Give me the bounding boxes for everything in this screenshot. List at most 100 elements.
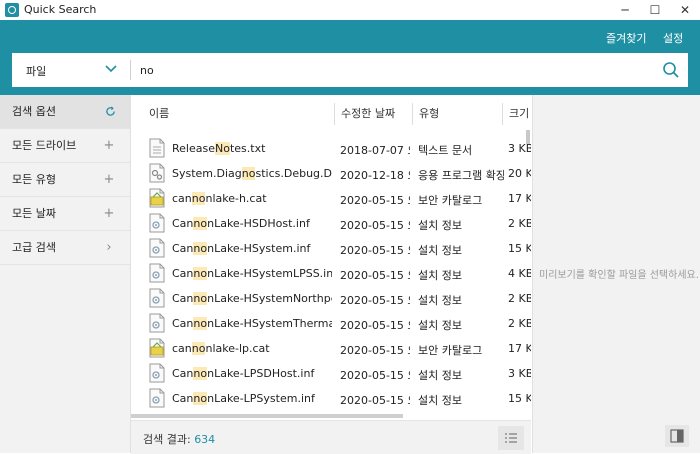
file-date: 2020-05-15 오... — [340, 319, 410, 332]
file-name: cannonlake-h.cat — [172, 192, 267, 205]
inf-file-icon — [149, 213, 165, 233]
inf-file-icon — [149, 363, 165, 383]
inf-file-icon — [149, 313, 165, 333]
column-separator[interactable] — [502, 103, 503, 125]
file-date: 2018-07-07 오... — [340, 144, 410, 157]
catalog-file-icon — [149, 338, 165, 358]
result-count-label: 검색 결과: — [143, 433, 191, 446]
result-count-text: 검색 결과: 634 — [143, 431, 215, 447]
table-row[interactable]: System.Diagnostics.Debug.DLL 2020-12-18 오… — [131, 161, 531, 186]
column-header: 이름 수정한 날짜 유형 크기 — [131, 95, 531, 129]
column-separator[interactable] — [412, 103, 413, 125]
sidebar-item-label: 모든 드라이브 — [12, 139, 77, 152]
table-row[interactable]: cannonlake-h.cat 2020-05-15 오... 보안 카탈로그 17… — [131, 186, 531, 211]
file-name: CannonLake-HSystemNorthpeak.inf — [172, 292, 332, 305]
column-separator[interactable] — [334, 103, 335, 125]
file-name: CannonLake-HSDHost.inf — [172, 217, 310, 230]
window-title: Quick Search — [24, 3, 97, 16]
file-name: CannonLake-HSystemLPSS.inf — [172, 267, 332, 280]
file-size: 2 KB — [508, 292, 531, 305]
file-type: 보안 카탈로그 — [418, 194, 483, 207]
filter-sidebar: 검색 옵션 모든 드라이브 + 모든 유형 + 모든 날짜 + 고급 검색 › — [0, 95, 131, 453]
horizontal-scrollbar[interactable] — [131, 414, 403, 418]
chevron-down-icon — [105, 65, 117, 73]
dll-file-icon — [149, 163, 165, 183]
file-type: 응용 프로그램 확장 — [418, 169, 504, 182]
inf-file-icon — [149, 388, 165, 408]
results-list: 이름 수정한 날짜 유형 크기 ReleaseNotes.txt 2018-07-… — [131, 95, 531, 420]
inf-file-icon — [149, 263, 165, 283]
file-name: System.Diagnostics.Debug.DLL — [172, 167, 332, 180]
sidebar-item-all-dates[interactable]: 모든 날짜 + — [0, 197, 130, 231]
refresh-icon[interactable] — [105, 106, 116, 117]
inf-file-icon — [149, 238, 165, 258]
file-size: 15 KB — [508, 242, 531, 255]
table-row[interactable]: CannonLake-HSystem.inf 2020-05-15 오... 설치 … — [131, 236, 531, 261]
sidebar-item-all-drives[interactable]: 모든 드라이브 + — [0, 129, 130, 163]
table-row[interactable]: CannonLake-HSystemThermal.inf 2020-05-15 … — [131, 311, 531, 336]
header-bar: 즐겨찾기 설정 파일 — [0, 20, 700, 95]
sidebar-item-label: 모든 유형 — [12, 173, 56, 186]
minimize-button[interactable]: ─ — [610, 0, 640, 20]
settings-link[interactable]: 설정 — [663, 30, 683, 46]
file-type-label: 파일 — [26, 65, 47, 78]
table-row[interactable]: cannonlake-lp.cat 2020-05-15 오... 보안 카탈로그 1… — [131, 336, 531, 361]
file-date: 2020-12-18 오... — [340, 169, 410, 182]
preview-pane: 미리보기를 확인할 파일을 선택하세요. — [532, 95, 700, 453]
file-type-dropdown[interactable]: 파일 — [12, 53, 130, 87]
maximize-button[interactable]: ☐ — [640, 0, 670, 20]
catalog-file-icon — [149, 188, 165, 208]
file-size: 17 KB — [508, 342, 531, 355]
inf-file-icon — [149, 288, 165, 308]
column-date[interactable]: 수정한 날짜 — [341, 95, 395, 129]
table-row[interactable]: CannonLake-HSystemLPSS.inf 2020-05-15 오..… — [131, 261, 531, 286]
column-size[interactable]: 크기 — [509, 95, 529, 129]
sidebar-item-all-types[interactable]: 모든 유형 + — [0, 163, 130, 197]
preview-placeholder: 미리보기를 확인할 파일을 선택하세요. — [539, 270, 699, 281]
file-name: CannonLake-LPSystem.inf — [172, 392, 315, 405]
column-type[interactable]: 유형 — [419, 95, 439, 129]
file-date: 2020-05-15 오... — [340, 294, 410, 307]
table-row[interactable]: CannonLake-HSystemNorthpeak.inf 2020-05-1… — [131, 286, 531, 311]
column-name[interactable]: 이름 — [149, 95, 169, 129]
file-type: 보안 카탈로그 — [418, 344, 483, 357]
file-date: 2020-05-15 오... — [340, 269, 410, 282]
file-name: cannonlake-lp.cat — [172, 342, 270, 355]
file-size: 17 KB — [508, 192, 531, 205]
table-row[interactable]: ReleaseNotes.txt2018-07-07 오...텍스트 문서3 K… — [131, 136, 531, 161]
table-row[interactable]: CannonLake-LPSDHost.inf 2020-05-15 오... 설치… — [131, 361, 531, 386]
sidebar-item-label: 고급 검색 — [12, 241, 56, 254]
file-type: 설치 정보 — [418, 269, 462, 282]
app-logo-icon — [5, 3, 19, 17]
search-divider — [130, 60, 131, 80]
chevron-right-icon[interactable]: › — [102, 231, 116, 264]
plus-icon[interactable]: + — [102, 163, 116, 196]
file-size: 2 KB — [508, 217, 531, 230]
list-view-icon[interactable] — [498, 426, 524, 450]
table-row[interactable]: CannonLake-LPSystem.inf 2020-05-15 오... 설치… — [131, 386, 531, 411]
sidebar-item-label: 모든 날짜 — [12, 207, 56, 220]
file-date: 2020-05-15 오... — [340, 219, 410, 232]
file-name: CannonLake-HSystemThermal.inf — [172, 317, 332, 330]
file-name: ReleaseNotes.txt — [172, 142, 266, 155]
search-icon[interactable] — [662, 61, 680, 79]
file-type: 설치 정보 — [418, 369, 462, 382]
preview-toggle-icon[interactable] — [665, 425, 689, 447]
sidebar-item-advanced-search[interactable]: 고급 검색 › — [0, 231, 130, 265]
vertical-scrollbar[interactable] — [526, 130, 530, 144]
plus-icon[interactable]: + — [102, 197, 116, 230]
sidebar-item-search-options[interactable]: 검색 옵션 — [0, 95, 130, 129]
status-bar: 검색 결과: 634 — [131, 420, 531, 454]
file-size: 20 KB — [508, 167, 531, 180]
sidebar-item-label: 검색 옵션 — [12, 105, 56, 118]
file-type: 텍스트 문서 — [418, 144, 473, 157]
search-bar: 파일 — [12, 53, 688, 87]
close-button[interactable]: ✕ — [670, 0, 700, 20]
plus-icon[interactable]: + — [102, 129, 116, 162]
search-input[interactable] — [140, 60, 640, 80]
table-row[interactable]: CannonLake-HSDHost.inf 2020-05-15 오... 설치 … — [131, 211, 531, 236]
file-type: 설치 정보 — [418, 394, 462, 407]
file-size: 2 KB — [508, 317, 531, 330]
favorites-link[interactable]: 즐겨찾기 — [606, 30, 646, 46]
file-date: 2020-05-15 오... — [340, 244, 410, 257]
